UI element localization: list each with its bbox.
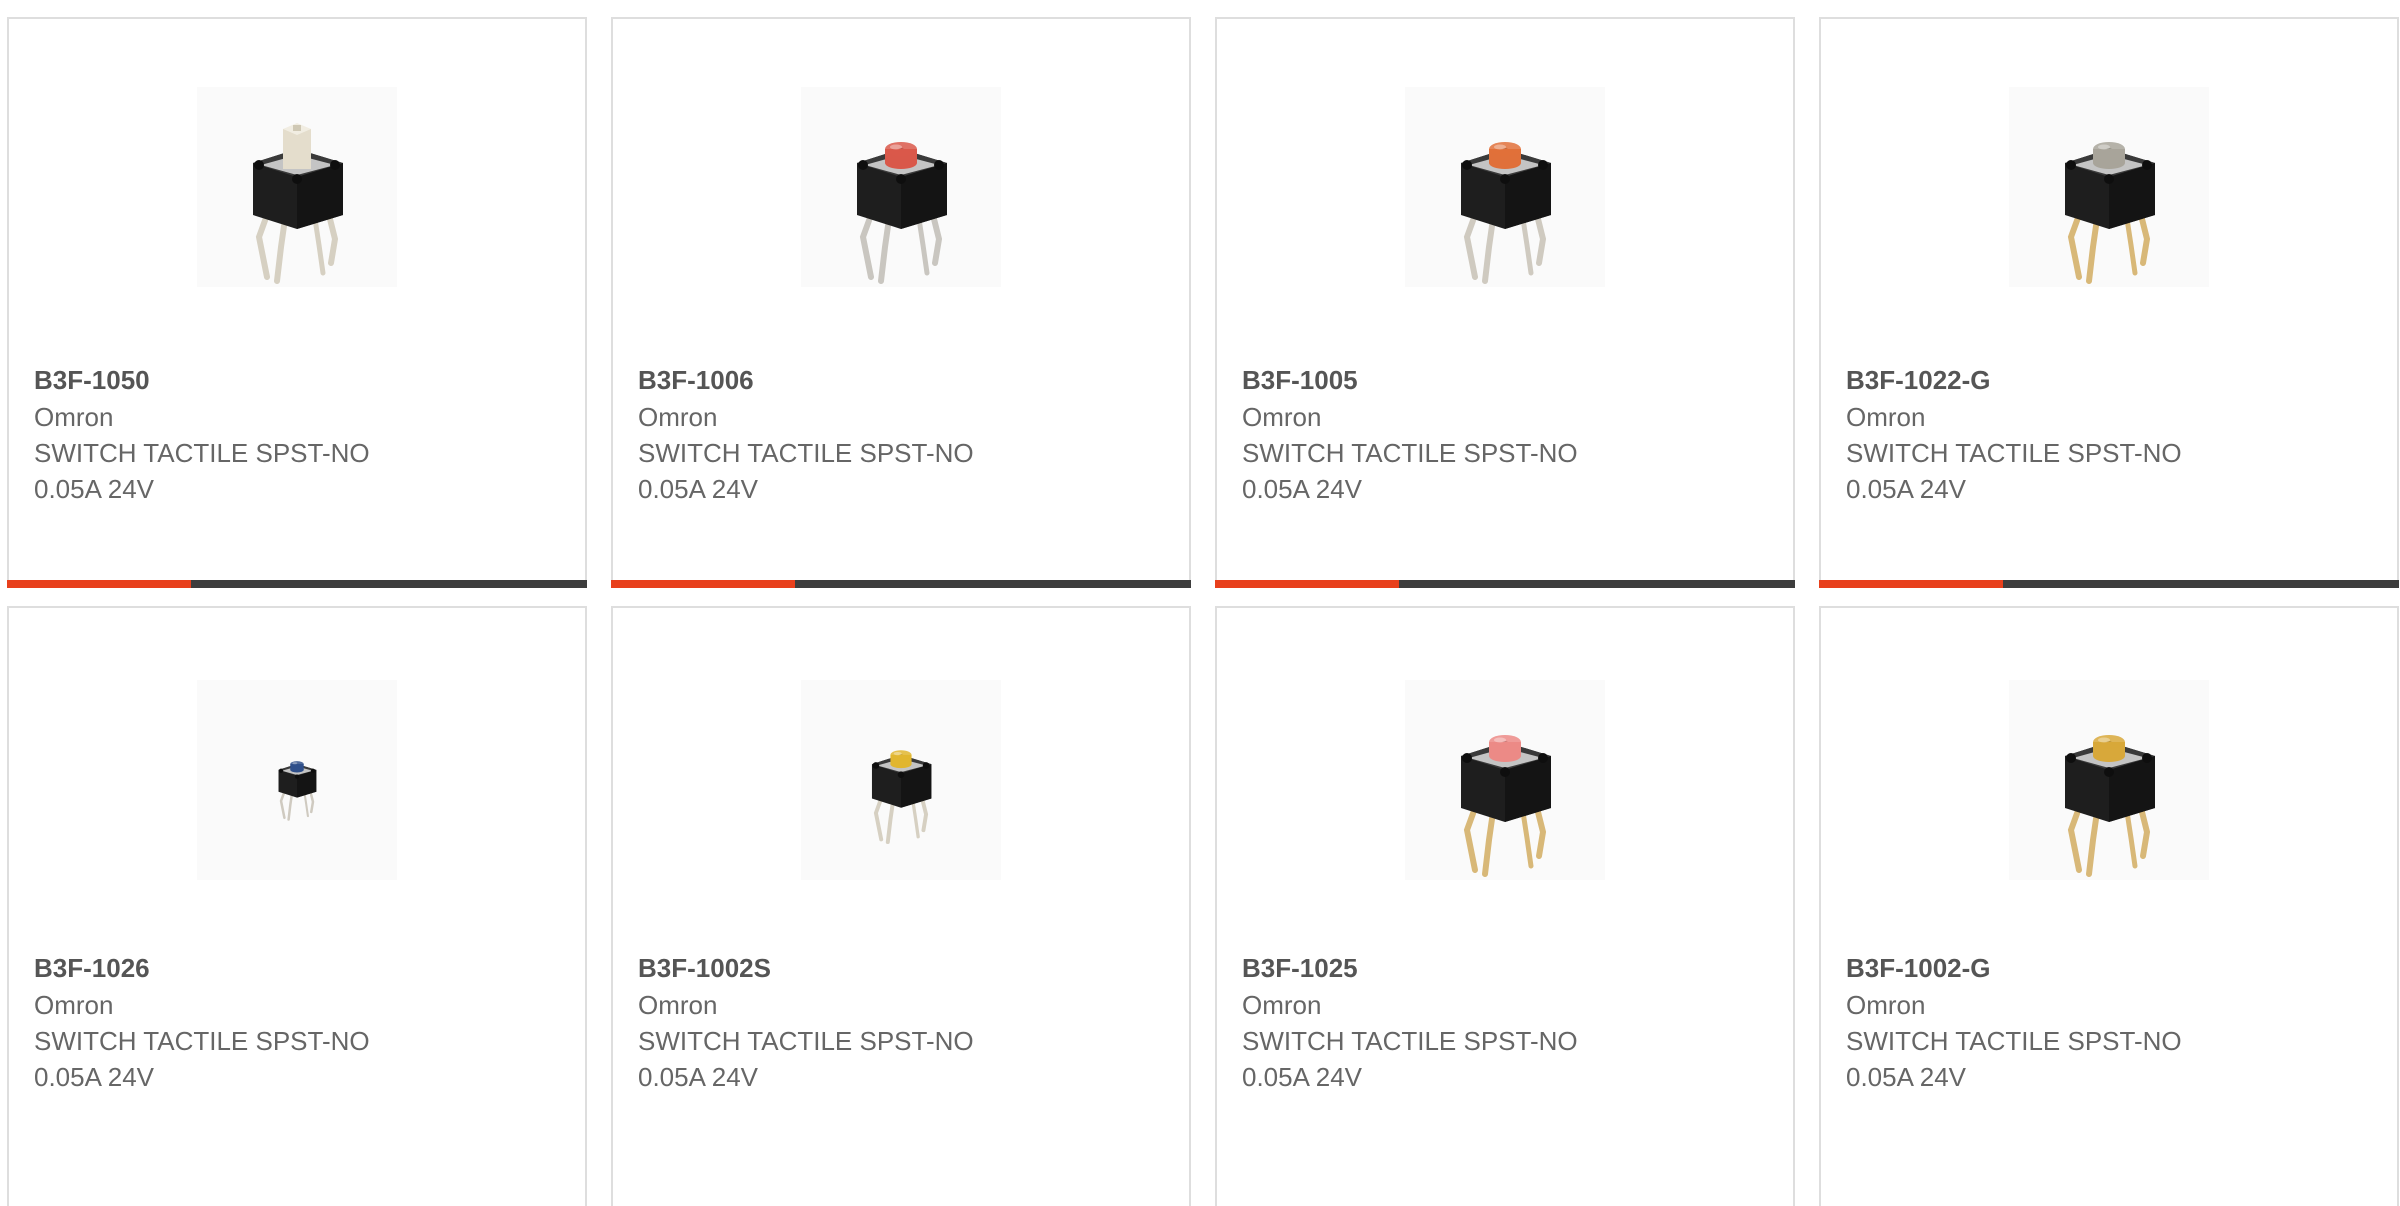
product-card[interactable]: B3F-1002-G Omron SWITCH TACTILE SPST-NO … — [1819, 606, 2399, 1206]
tactile-switch-icon[interactable] — [801, 680, 1001, 880]
tactile-switch-icon[interactable] — [801, 87, 1001, 287]
tactile-switch-icon[interactable] — [197, 680, 397, 880]
tactile-switch-icon[interactable] — [197, 87, 397, 287]
part-number-link[interactable]: B3F-1050 — [34, 362, 565, 399]
tactile-switch-icon[interactable] — [1405, 87, 1605, 287]
manufacturer: Omron — [34, 402, 114, 432]
product-info: B3F-1050 Omron SWITCH TACTILE SPST-NO 0.… — [34, 362, 565, 507]
description-rating: 0.05A 24V — [638, 474, 758, 504]
product-info: B3F-1002-G Omron SWITCH TACTILE SPST-NO … — [1846, 950, 2377, 1095]
manufacturer: Omron — [1846, 990, 1926, 1020]
card-accent-bar — [1819, 580, 2003, 588]
product-info: B3F-1026 Omron SWITCH TACTILE SPST-NO 0.… — [34, 950, 565, 1095]
part-number-link[interactable]: B3F-1005 — [1242, 362, 1773, 399]
card-bottom-bar — [7, 580, 587, 588]
part-number-link[interactable]: B3F-1006 — [638, 362, 1169, 399]
tactile-switch-icon[interactable] — [2009, 87, 2209, 287]
manufacturer: Omron — [1242, 402, 1322, 432]
product-grid: B3F-1050 Omron SWITCH TACTILE SPST-NO 0.… — [0, 0, 2400, 1206]
product-card[interactable]: B3F-1002S Omron SWITCH TACTILE SPST-NO 0… — [611, 606, 1191, 1206]
product-info: B3F-1005 Omron SWITCH TACTILE SPST-NO 0.… — [1242, 362, 1773, 507]
tactile-switch-icon[interactable] — [2009, 680, 2209, 880]
description-rating: 0.05A 24V — [638, 1062, 758, 1092]
manufacturer: Omron — [638, 402, 718, 432]
product-card[interactable]: B3F-1025 Omron SWITCH TACTILE SPST-NO 0.… — [1215, 606, 1795, 1206]
description: SWITCH TACTILE SPST-NO — [1846, 438, 2182, 468]
description: SWITCH TACTILE SPST-NO — [638, 1026, 974, 1056]
card-bottom-bar — [1215, 580, 1795, 588]
description: SWITCH TACTILE SPST-NO — [34, 1026, 370, 1056]
description: SWITCH TACTILE SPST-NO — [1242, 1026, 1578, 1056]
card-accent-bar — [7, 580, 191, 588]
product-card[interactable]: B3F-1005 Omron SWITCH TACTILE SPST-NO 0.… — [1215, 17, 1795, 588]
part-number-link[interactable]: B3F-1026 — [34, 950, 565, 987]
manufacturer: Omron — [34, 990, 114, 1020]
part-number-link[interactable]: B3F-1002S — [638, 950, 1169, 987]
description: SWITCH TACTILE SPST-NO — [34, 438, 370, 468]
product-card[interactable]: B3F-1050 Omron SWITCH TACTILE SPST-NO 0.… — [7, 17, 587, 588]
description-rating: 0.05A 24V — [1846, 1062, 1966, 1092]
description: SWITCH TACTILE SPST-NO — [1846, 1026, 2182, 1056]
description-rating: 0.05A 24V — [34, 474, 154, 504]
part-number-link[interactable]: B3F-1025 — [1242, 950, 1773, 987]
manufacturer: Omron — [638, 990, 718, 1020]
description-rating: 0.05A 24V — [1846, 474, 1966, 504]
description-rating: 0.05A 24V — [1242, 1062, 1362, 1092]
product-info: B3F-1006 Omron SWITCH TACTILE SPST-NO 0.… — [638, 362, 1169, 507]
product-card[interactable]: B3F-1006 Omron SWITCH TACTILE SPST-NO 0.… — [611, 17, 1191, 588]
card-accent-bar — [1215, 580, 1399, 588]
description: SWITCH TACTILE SPST-NO — [1242, 438, 1578, 468]
description-rating: 0.05A 24V — [34, 1062, 154, 1092]
card-bottom-bar — [611, 580, 1191, 588]
product-card[interactable]: B3F-1022-G Omron SWITCH TACTILE SPST-NO … — [1819, 17, 2399, 588]
product-info: B3F-1002S Omron SWITCH TACTILE SPST-NO 0… — [638, 950, 1169, 1095]
part-number-link[interactable]: B3F-1022-G — [1846, 362, 2377, 399]
card-bottom-bar — [1819, 580, 2399, 588]
manufacturer: Omron — [1242, 990, 1322, 1020]
description: SWITCH TACTILE SPST-NO — [638, 438, 974, 468]
description-rating: 0.05A 24V — [1242, 474, 1362, 504]
product-card[interactable]: B3F-1026 Omron SWITCH TACTILE SPST-NO 0.… — [7, 606, 587, 1206]
part-number-link[interactable]: B3F-1002-G — [1846, 950, 2377, 987]
manufacturer: Omron — [1846, 402, 1926, 432]
card-accent-bar — [611, 580, 795, 588]
product-info: B3F-1022-G Omron SWITCH TACTILE SPST-NO … — [1846, 362, 2377, 507]
tactile-switch-icon[interactable] — [1405, 680, 1605, 880]
product-info: B3F-1025 Omron SWITCH TACTILE SPST-NO 0.… — [1242, 950, 1773, 1095]
